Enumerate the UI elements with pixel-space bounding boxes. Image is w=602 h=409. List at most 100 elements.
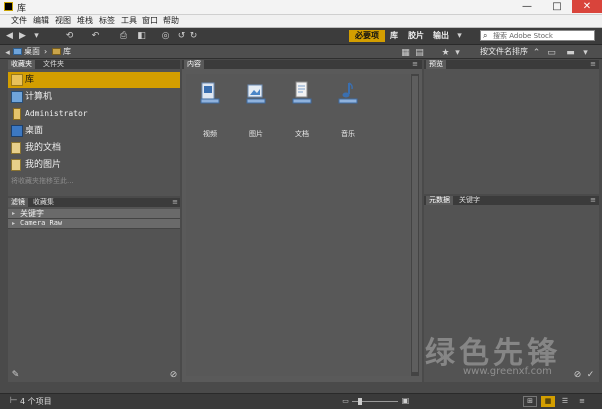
- panel-menu-icon[interactable]: ≡: [589, 60, 597, 69]
- library-item-pictures[interactable]: 图片: [236, 80, 276, 138]
- open-camera-raw-icon[interactable]: ◎: [160, 31, 171, 41]
- pin-icon[interactable]: ✎: [10, 370, 21, 380]
- library-item-label: 图片: [249, 130, 263, 138]
- tab-favorites[interactable]: 收藏夹: [8, 60, 35, 69]
- content-tabstrip: 内容 ≡: [182, 60, 422, 69]
- back-icon[interactable]: ◀: [4, 31, 15, 41]
- breadcrumb-library[interactable]: 库: [63, 46, 71, 57]
- view-options-icon[interactable]: ▤: [414, 48, 425, 58]
- rotate-right-icon[interactable]: ↻: [188, 31, 199, 41]
- favorites-drop-hint: 将收藏夹拖移至此...: [11, 177, 74, 185]
- status-bar: ⊢ 4 个项目 ▭ ▣ ⊞ ▦ ☰ ≡: [0, 393, 602, 409]
- filter-row-label: Camera Raw: [20, 219, 63, 227]
- sort-order-icon[interactable]: ⌃: [531, 48, 542, 58]
- workspace-menu-icon[interactable]: ▾: [454, 31, 465, 41]
- refine-icon[interactable]: ◧: [136, 31, 147, 41]
- panel-menu-icon[interactable]: ≡: [411, 60, 419, 69]
- toolbar: ◀ ▶ ▾ ⟲ ↶ ⎙ ◧ ◎ ↺ ↻ 必要项 库 胶片 输出 ▾ ⌕ 搜索 A…: [0, 28, 602, 45]
- small-thumb-icon[interactable]: ▭: [340, 396, 351, 406]
- menu-window[interactable]: 窗口: [142, 15, 158, 27]
- tab-filter[interactable]: 滤镜: [8, 198, 28, 207]
- video-library-icon: [200, 82, 220, 104]
- documents-library-icon: [292, 81, 312, 104]
- tab-folders[interactable]: 文件夹: [40, 60, 67, 69]
- pictures-icon: [11, 159, 21, 171]
- favorite-library[interactable]: 库: [8, 72, 180, 88]
- library-item-music[interactable]: 音乐: [328, 80, 368, 138]
- library-item-video[interactable]: 视频: [190, 80, 230, 138]
- menu-bar: 文件 编辑 视图 堆栈 标签 工具 窗口 帮助: [0, 15, 602, 28]
- boomerang-icon[interactable]: ↶: [90, 31, 101, 41]
- large-thumb-icon[interactable]: ▣: [400, 396, 411, 406]
- rotate-left-icon[interactable]: ↺: [176, 31, 187, 41]
- view-thumbnails-icon[interactable]: ▦: [541, 396, 555, 407]
- new-folder-icon[interactable]: ▬: [565, 48, 576, 58]
- sort-by-filename[interactable]: 按文件名排序: [480, 46, 528, 57]
- scrollbar-thumb[interactable]: [412, 76, 418, 372]
- open-recent-icon[interactable]: ▭: [546, 48, 557, 58]
- filter-panel: 滤镜 收藏集 ≡ ▸ 关键字 ▸ Camera Raw ✎ ⊘: [8, 198, 180, 382]
- grid-lock-icon[interactable]: ⊞: [523, 396, 537, 407]
- favorite-desktop[interactable]: 桌面: [8, 123, 180, 139]
- tab-keywords[interactable]: 关键字: [456, 196, 483, 205]
- chevron-down-icon[interactable]: ▾: [452, 48, 463, 58]
- view-details-icon[interactable]: ☰: [558, 396, 572, 407]
- favorite-administrator[interactable]: Administrator: [8, 106, 180, 122]
- favorite-label: Administrator: [25, 109, 88, 118]
- menu-tools[interactable]: 工具: [121, 15, 137, 27]
- metadata-tabstrip: 元数据 关键字 ≡: [424, 196, 599, 205]
- tree-icon: ⊢: [9, 396, 18, 406]
- menu-edit[interactable]: 编辑: [33, 15, 49, 27]
- thumbnail-size-slider[interactable]: ▭ ▣: [340, 396, 410, 407]
- tab-collections[interactable]: 收藏集: [30, 198, 57, 207]
- tab-content[interactable]: 内容: [184, 60, 204, 69]
- slider-handle[interactable]: [358, 398, 362, 405]
- panel-menu-icon[interactable]: ≡: [589, 196, 597, 205]
- clear-metadata-icon[interactable]: ⊘: [572, 370, 583, 380]
- content-scrollbar[interactable]: [411, 74, 419, 376]
- menu-file[interactable]: 文件: [11, 15, 27, 27]
- documents-icon: [11, 142, 21, 154]
- favorite-computer[interactable]: 计算机: [8, 89, 180, 105]
- library-item-documents[interactable]: 文档: [282, 80, 322, 138]
- filter-row-keywords[interactable]: ▸ 关键字: [8, 209, 180, 219]
- tab-preview[interactable]: 预览: [426, 60, 446, 69]
- minimize-button[interactable]: —: [512, 0, 542, 13]
- clear-filter-icon[interactable]: ⊘: [168, 370, 179, 380]
- view-quality-icon[interactable]: ▦: [400, 48, 411, 58]
- chevron-down-icon[interactable]: ▾: [31, 31, 42, 41]
- workspace-output[interactable]: 输出: [433, 30, 449, 42]
- apply-check-icon[interactable]: ✓: [585, 370, 596, 380]
- favorite-pictures[interactable]: 我的图片: [8, 157, 180, 173]
- recent-folder-icon[interactable]: ⟲: [64, 31, 75, 41]
- library-icon: [11, 74, 23, 86]
- workspace-essentials[interactable]: 必要项: [349, 30, 385, 42]
- favorite-documents[interactable]: 我的文档: [8, 140, 180, 156]
- filter-tabstrip: 滤镜 收藏集 ≡: [8, 198, 180, 207]
- library-item-label: 文档: [295, 130, 309, 138]
- filter-row-camera-raw[interactable]: ▸ Camera Raw: [8, 219, 180, 229]
- menu-help[interactable]: 帮助: [163, 15, 179, 27]
- library-item-label: 视频: [203, 130, 217, 138]
- workspace-filmstrip[interactable]: 胶片: [408, 30, 424, 42]
- camera-import-icon[interactable]: ⎙: [118, 31, 129, 41]
- delete-icon[interactable]: ▾: [580, 48, 591, 58]
- menu-view[interactable]: 视图: [55, 15, 71, 27]
- forward-icon[interactable]: ▶: [17, 31, 28, 41]
- close-button[interactable]: ✕: [572, 0, 602, 13]
- maximize-button[interactable]: □: [542, 0, 572, 13]
- search-input[interactable]: ⌕ 搜索 Adobe Stock: [480, 30, 595, 41]
- tab-metadata[interactable]: 元数据: [426, 196, 453, 205]
- library-item-label: 音乐: [341, 130, 355, 138]
- favorite-label: 我的图片: [25, 160, 62, 170]
- star-filter-icon[interactable]: ★: [440, 48, 451, 58]
- workspace-library[interactable]: 库: [390, 30, 398, 42]
- menu-label[interactable]: 标签: [99, 15, 115, 27]
- panel-menu-icon[interactable]: ≡: [171, 198, 179, 207]
- search-placeholder: 搜索 Adobe Stock: [493, 32, 553, 40]
- breadcrumb-desktop[interactable]: 桌面: [24, 46, 40, 57]
- view-list-icon[interactable]: ≡: [575, 396, 589, 407]
- path-left-arrow-icon[interactable]: ◂: [2, 48, 13, 58]
- favorites-tabstrip: 收藏夹 文件夹: [8, 60, 180, 69]
- menu-stack[interactable]: 堆栈: [77, 15, 93, 27]
